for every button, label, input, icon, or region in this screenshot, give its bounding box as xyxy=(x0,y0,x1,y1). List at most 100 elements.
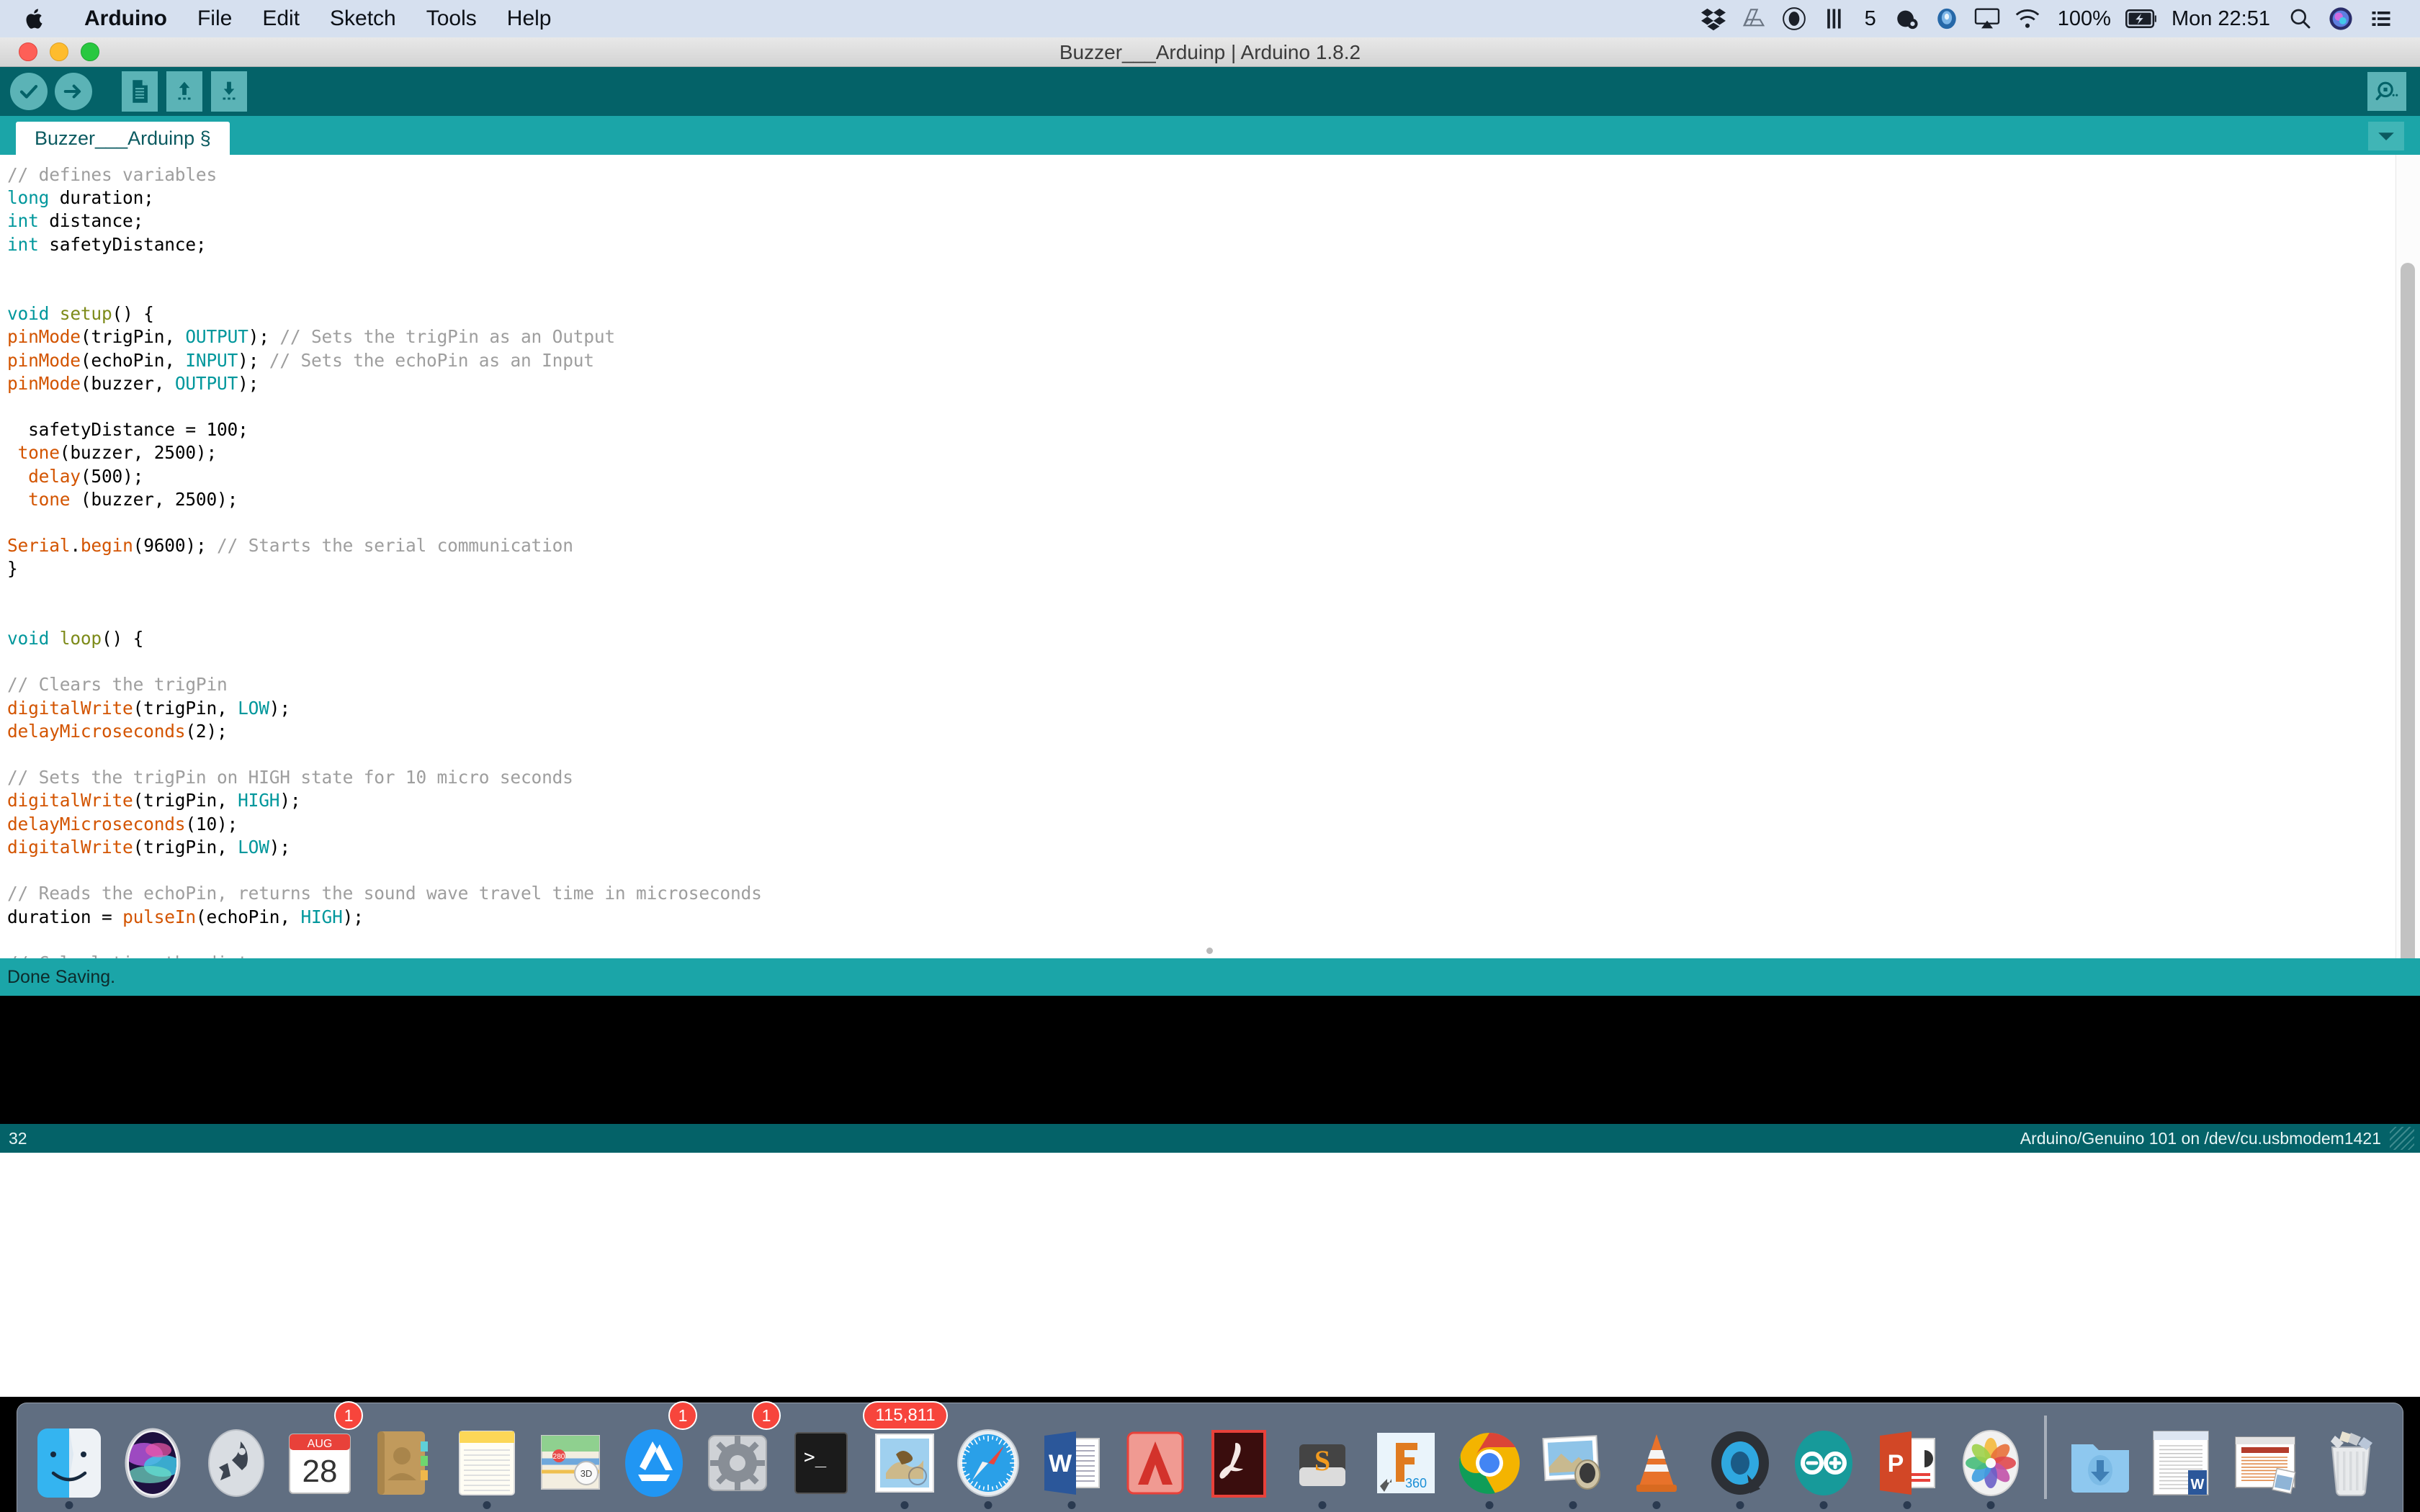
calendar-icon: AUG 28 xyxy=(282,1426,357,1500)
dock-item-powerpoint[interactable]: P xyxy=(1865,1404,1949,1512)
scrollbar-thumb[interactable] xyxy=(2401,263,2415,958)
svg-text:W: W xyxy=(2191,1477,2205,1493)
wifi-icon[interactable] xyxy=(2007,0,2048,37)
dock-item-maps[interactable]: 280 3D xyxy=(529,1404,612,1512)
svg-text:AUG: AUG xyxy=(308,1438,333,1450)
menu-item-edit[interactable]: Edit xyxy=(247,0,315,37)
board-and-port-info: Arduino/Genuino 101 on /dev/cu.usbmodem1… xyxy=(2020,1128,2381,1148)
dock-item-downloads-folder[interactable] xyxy=(2058,1404,2142,1512)
dock-item-photos[interactable] xyxy=(1949,1404,2033,1512)
running-indicator xyxy=(1736,1501,1744,1509)
dock-item-system-preferences[interactable]: 1 xyxy=(696,1401,781,1512)
verify-button[interactable] xyxy=(9,71,49,112)
dock-item-word[interactable]: W xyxy=(1030,1404,1113,1512)
dock-item-quicktime[interactable] xyxy=(1698,1404,1782,1512)
dock-item-acrobat[interactable] xyxy=(1197,1404,1281,1512)
siri-icon[interactable] xyxy=(2321,0,2361,37)
terminal-icon: >_ xyxy=(784,1426,859,1500)
dock-item-vlc[interactable] xyxy=(1615,1404,1698,1512)
dropbox-icon[interactable] xyxy=(1693,0,1734,37)
arrow-right-icon xyxy=(55,73,92,110)
menu-bar-clock[interactable]: Mon 22:51 xyxy=(2161,7,2280,31)
sync-icon[interactable] xyxy=(1927,0,1967,37)
sketch-tab-bar: Buzzer___Arduinp § xyxy=(0,116,2420,155)
dock-item-finder[interactable] xyxy=(27,1404,111,1512)
tab-menu-button[interactable] xyxy=(2368,122,2404,150)
svg-text:280: 280 xyxy=(553,1453,565,1461)
running-indicator xyxy=(1067,1501,1076,1509)
window-title-bar: Buzzer___Arduinp | Arduino 1.8.2 xyxy=(0,37,2420,67)
dock-item-sublime-text[interactable]: S xyxy=(1281,1404,1364,1512)
battery-charging-icon[interactable] xyxy=(2121,0,2161,37)
dock-item-arduino[interactable] xyxy=(1782,1404,1865,1512)
editor-vertical-scrollbar[interactable] xyxy=(2396,155,2420,958)
menu-item-sketch[interactable]: Sketch xyxy=(315,0,411,37)
dock-item-fusion-360[interactable]: 360 xyxy=(1364,1404,1448,1512)
dock-item-trash[interactable] xyxy=(2309,1404,2393,1512)
airplay-icon[interactable] xyxy=(1967,0,2007,37)
menu-item-arduino[interactable]: Arduino xyxy=(69,0,182,37)
contacts-book-icon xyxy=(366,1426,441,1500)
menu-bar-left: Arduino File Edit Sketch Tools Help xyxy=(0,0,567,37)
dock-badge-system-preferences: 1 xyxy=(752,1401,781,1430)
dock-item-mail[interactable]: 115,811 xyxy=(863,1401,948,1512)
dock-item-contacts[interactable] xyxy=(362,1404,445,1512)
dock-badge-mail: 115,811 xyxy=(863,1401,948,1430)
photos-flower-icon xyxy=(1953,1426,2028,1500)
dock-item-notes[interactable] xyxy=(445,1404,529,1512)
dock-item-launchpad[interactable] xyxy=(194,1404,278,1512)
console-output-pane[interactable] xyxy=(0,996,2420,1124)
running-indicator xyxy=(1903,1501,1912,1509)
acrobat-icon xyxy=(1201,1426,1276,1500)
running-indicator xyxy=(1652,1501,1661,1509)
finder-icon xyxy=(32,1426,107,1500)
dock-item-autocad[interactable] xyxy=(1113,1404,1197,1512)
dock-item-word-document[interactable]: W xyxy=(2142,1404,2226,1512)
new-sketch-button[interactable] xyxy=(120,71,160,112)
fusion-360-icon: 360 xyxy=(1368,1426,1443,1500)
svg-text:3D: 3D xyxy=(581,1468,593,1479)
arrow-down-icon xyxy=(211,71,247,112)
ide-bottom-bar: 32 Arduino/Genuino 101 on /dev/cu.usbmod… xyxy=(0,1124,2420,1153)
dock-item-safari[interactable] xyxy=(946,1404,1030,1512)
dock-item-siri[interactable] xyxy=(111,1404,194,1512)
source-code-text[interactable]: // defines variables long duration; int … xyxy=(0,155,2420,958)
google-drive-icon[interactable] xyxy=(1734,0,1774,37)
dock-item-document-window[interactable] xyxy=(2226,1404,2309,1512)
upload-button[interactable] xyxy=(53,71,94,112)
open-sketch-button[interactable] xyxy=(164,71,205,112)
tab-buzzer-arduinp[interactable]: Buzzer___Arduinp § xyxy=(16,122,230,155)
word-document-icon: W xyxy=(2146,1426,2221,1500)
menu-item-help[interactable]: Help xyxy=(492,0,567,37)
dock-separator xyxy=(2044,1416,2047,1499)
vlc-cone-icon xyxy=(1619,1426,1694,1500)
svg-text:360: 360 xyxy=(1405,1476,1427,1490)
notification-center-icon[interactable] xyxy=(2361,0,2401,37)
recording-indicator-icon[interactable] xyxy=(1774,0,1814,37)
apple-logo-icon[interactable] xyxy=(23,4,48,33)
timemachine-icon[interactable] xyxy=(1886,0,1927,37)
dock-item-terminal[interactable]: >_ xyxy=(779,1404,863,1512)
downloads-folder-icon xyxy=(2063,1426,2138,1500)
arduino-ide-window: Buzzer___Arduinp | Arduino 1.8.2 Buzzer_… xyxy=(0,37,2420,1397)
spotlight-search-icon[interactable] xyxy=(2280,0,2321,37)
menu-item-tools[interactable]: Tools xyxy=(411,0,492,37)
running-indicator xyxy=(1485,1501,1494,1509)
chrome-icon xyxy=(1452,1426,1527,1500)
dock-item-preview[interactable] xyxy=(1531,1404,1615,1512)
dock-item-app-store[interactable]: 1 xyxy=(612,1401,697,1512)
window-resize-grip[interactable] xyxy=(2390,1127,2414,1150)
macos-dock: AUG 28 1 280 3D 1 1 >_ 115,811 W S 360 P W xyxy=(17,1401,2403,1512)
svg-text:28: 28 xyxy=(302,1454,338,1489)
dock-item-calendar[interactable]: AUG 28 1 xyxy=(278,1401,363,1512)
running-indicator xyxy=(1986,1501,1995,1509)
save-sketch-button[interactable] xyxy=(209,71,249,112)
document-window-icon xyxy=(2230,1426,2305,1500)
svg-text:P: P xyxy=(1888,1450,1904,1477)
dock-item-chrome[interactable] xyxy=(1448,1404,1531,1512)
editor-resize-handle[interactable] xyxy=(1206,948,1213,954)
menu-item-file[interactable]: File xyxy=(182,0,247,37)
code-editor[interactable]: // defines variables long duration; int … xyxy=(0,155,2420,958)
volume-icon[interactable] xyxy=(1814,0,1855,37)
serial-monitor-button[interactable] xyxy=(2367,71,2407,112)
